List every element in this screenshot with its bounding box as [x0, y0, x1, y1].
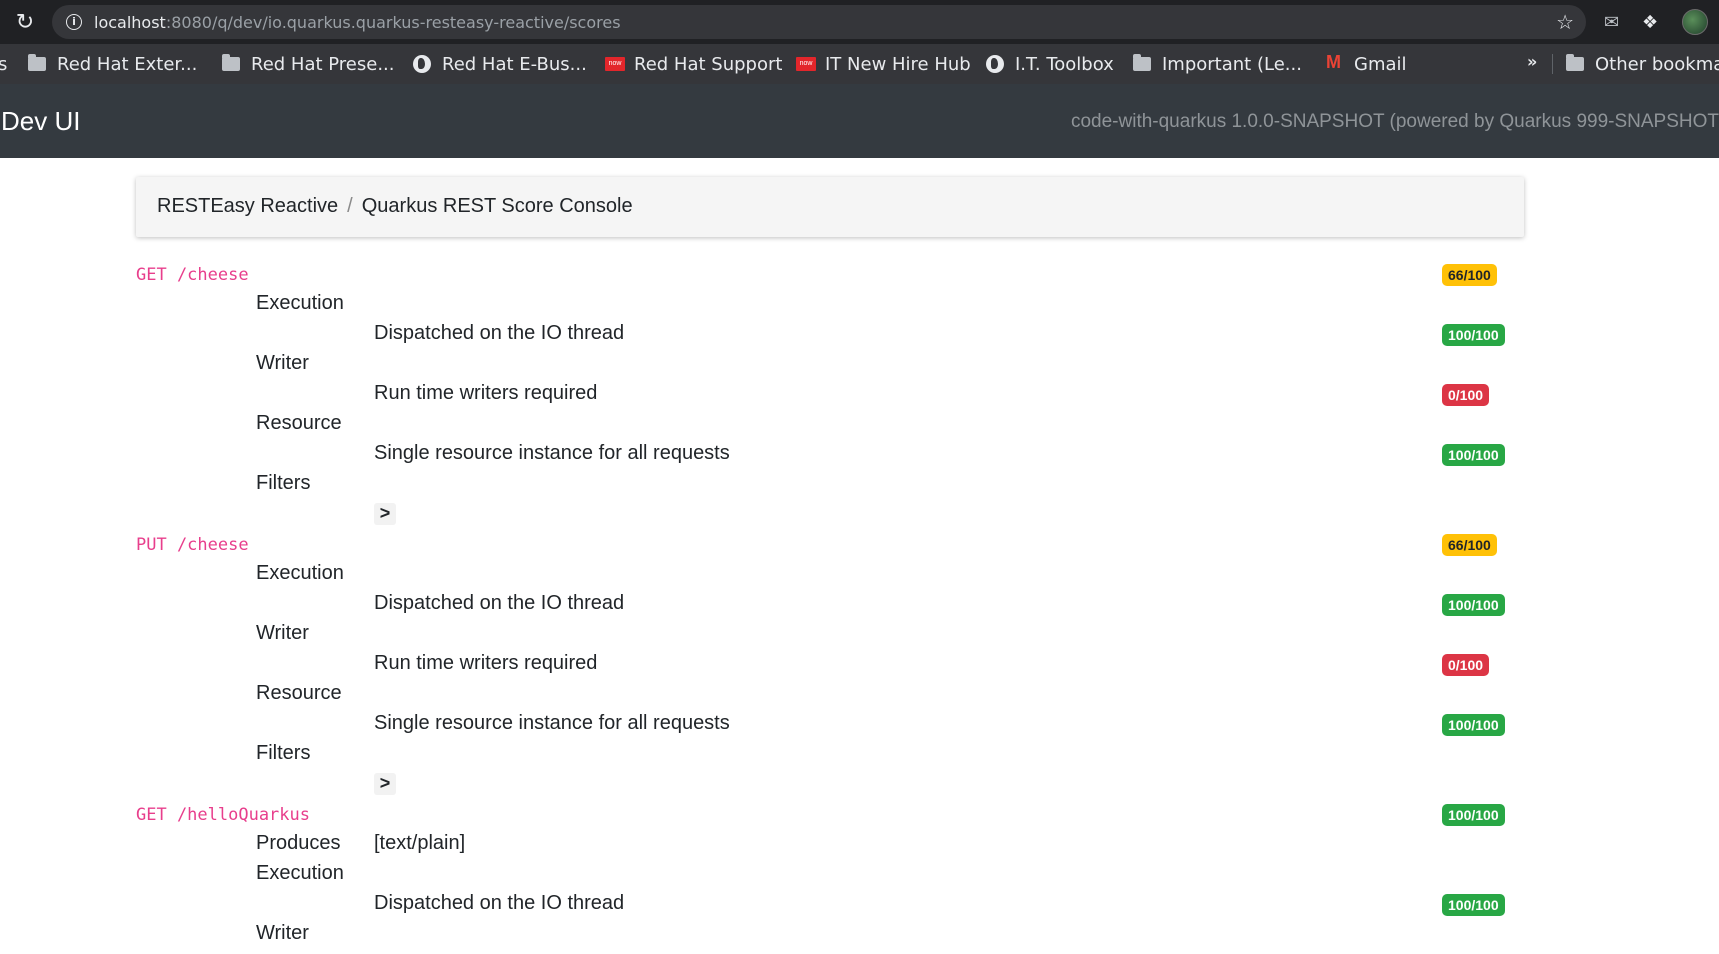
- reload-icon[interactable]: ↻: [12, 9, 38, 35]
- bookmark-it-toolbox[interactable]: I.T. Toolbox: [986, 52, 1114, 76]
- detail-text: Dispatched on the IO thread: [374, 592, 625, 614]
- bookmark-gmail[interactable]: Gmail: [1326, 52, 1407, 76]
- category-label: Writer: [256, 622, 309, 644]
- bookmark-red-hat-e-business[interactable]: Red Hat E-Bus...: [413, 52, 587, 76]
- profile-avatar[interactable]: [1682, 9, 1708, 35]
- bookmark-item[interactable]: s: [0, 52, 7, 76]
- mail-icon[interactable]: ✉: [1604, 9, 1619, 35]
- globe-icon: [986, 55, 1004, 73]
- folder-icon: [1566, 54, 1584, 71]
- detail-text: Run time writers required: [374, 652, 598, 674]
- bookmarks-overflow-button[interactable]: »: [1527, 52, 1537, 71]
- breadcrumb: RESTEasy Reactive / Quarkus REST Score Con…: [157, 195, 633, 218]
- score-badge: 100/100: [1442, 444, 1505, 466]
- endpoint-title: PUT /cheese: [136, 535, 249, 555]
- detail-text: Run time writers required: [374, 382, 598, 404]
- category-label: Execution: [256, 292, 344, 314]
- score-badge: 100/100: [1442, 594, 1505, 616]
- bookmarks-divider: [1552, 54, 1553, 74]
- filters-expand-button[interactable]: >: [374, 503, 396, 525]
- folder-icon: [222, 54, 240, 71]
- category-label: Execution: [256, 862, 344, 884]
- score-badge: 0/100: [1442, 654, 1490, 676]
- endpoint-title: GET /cheese: [136, 265, 249, 285]
- score-badge: 100/100: [1442, 804, 1505, 826]
- bookmark-star-icon[interactable]: ☆: [1556, 10, 1574, 35]
- score-badge: 100/100: [1442, 324, 1505, 346]
- detail-text: [text/plain]: [374, 832, 466, 854]
- score-badge: 0/100: [1442, 384, 1490, 406]
- site-info-icon[interactable]: i: [66, 14, 82, 30]
- folder-icon: [1133, 54, 1151, 71]
- app-version: code-with-quarkus 1.0.0-SNAPSHOT (powere…: [1070, 111, 1719, 132]
- bookmark-red-hat-external[interactable]: Red Hat Exter...: [28, 52, 197, 76]
- detail-text: Dispatched on the IO thread: [374, 322, 625, 344]
- bookmark-red-hat-presentations[interactable]: Red Hat Prese...: [222, 52, 395, 76]
- detail-text: Single resource instance for all request…: [374, 712, 730, 734]
- bookmarks-bar: s Red Hat Exter... Red Hat Prese... Red …: [0, 44, 1719, 84]
- bookmark-it-new-hire-hub[interactable]: now IT New Hire Hub: [796, 52, 971, 76]
- breadcrumb-parent[interactable]: RESTEasy Reactive: [157, 195, 338, 217]
- category-label: Writer: [256, 352, 309, 374]
- score-badge: 100/100: [1442, 894, 1505, 916]
- breadcrumb-separator: /: [347, 195, 353, 217]
- devui-title[interactable]: Dev UI: [1, 106, 80, 137]
- address-bar[interactable]: i localhost:8080/q/dev/io.quarkus.quarku…: [52, 5, 1586, 39]
- score-badge: 66/100: [1442, 534, 1497, 556]
- devui-navbar: Dev UI code-with-quarkus 1.0.0-SNAPSHOT …: [0, 84, 1719, 158]
- score-badge: 100/100: [1442, 714, 1505, 736]
- detail-text: Dispatched on the IO thread: [374, 892, 625, 914]
- filters-expand-button[interactable]: >: [374, 773, 396, 795]
- breadcrumb-card: RESTEasy Reactive / Quarkus REST Score Con…: [136, 177, 1524, 237]
- folder-icon: [28, 54, 46, 71]
- category-label: Filters: [256, 472, 311, 494]
- category-label: Filters: [256, 742, 311, 764]
- bookmark-other[interactable]: Other bookma: [1566, 52, 1719, 76]
- globe-icon: [413, 55, 431, 73]
- bookmark-important[interactable]: Important (Le...: [1133, 52, 1302, 76]
- now-icon: now: [605, 57, 625, 71]
- score-badge: 66/100: [1442, 264, 1497, 286]
- now-icon: now: [796, 57, 816, 71]
- detail-text: Single resource instance for all request…: [374, 442, 730, 464]
- category-label: Resource: [256, 412, 342, 434]
- category-label: Writer: [256, 922, 309, 944]
- bookmark-red-hat-support[interactable]: now Red Hat Support: [605, 52, 782, 76]
- endpoint-title: GET /helloQuarkus: [136, 805, 310, 825]
- url-text[interactable]: localhost:8080/q/dev/io.quarkus.quarkus-…: [94, 13, 621, 32]
- puzzle-icon[interactable]: ❖: [1642, 9, 1658, 35]
- breadcrumb-current: Quarkus REST Score Console: [361, 195, 633, 217]
- browser-toolbar: ↻ i localhost:8080/q/dev/io.quarkus.quar…: [0, 0, 1719, 44]
- category-label: Resource: [256, 682, 342, 704]
- category-label: Execution: [256, 562, 344, 584]
- gmail-icon: [1326, 52, 1344, 73]
- category-label: Produces: [256, 832, 341, 854]
